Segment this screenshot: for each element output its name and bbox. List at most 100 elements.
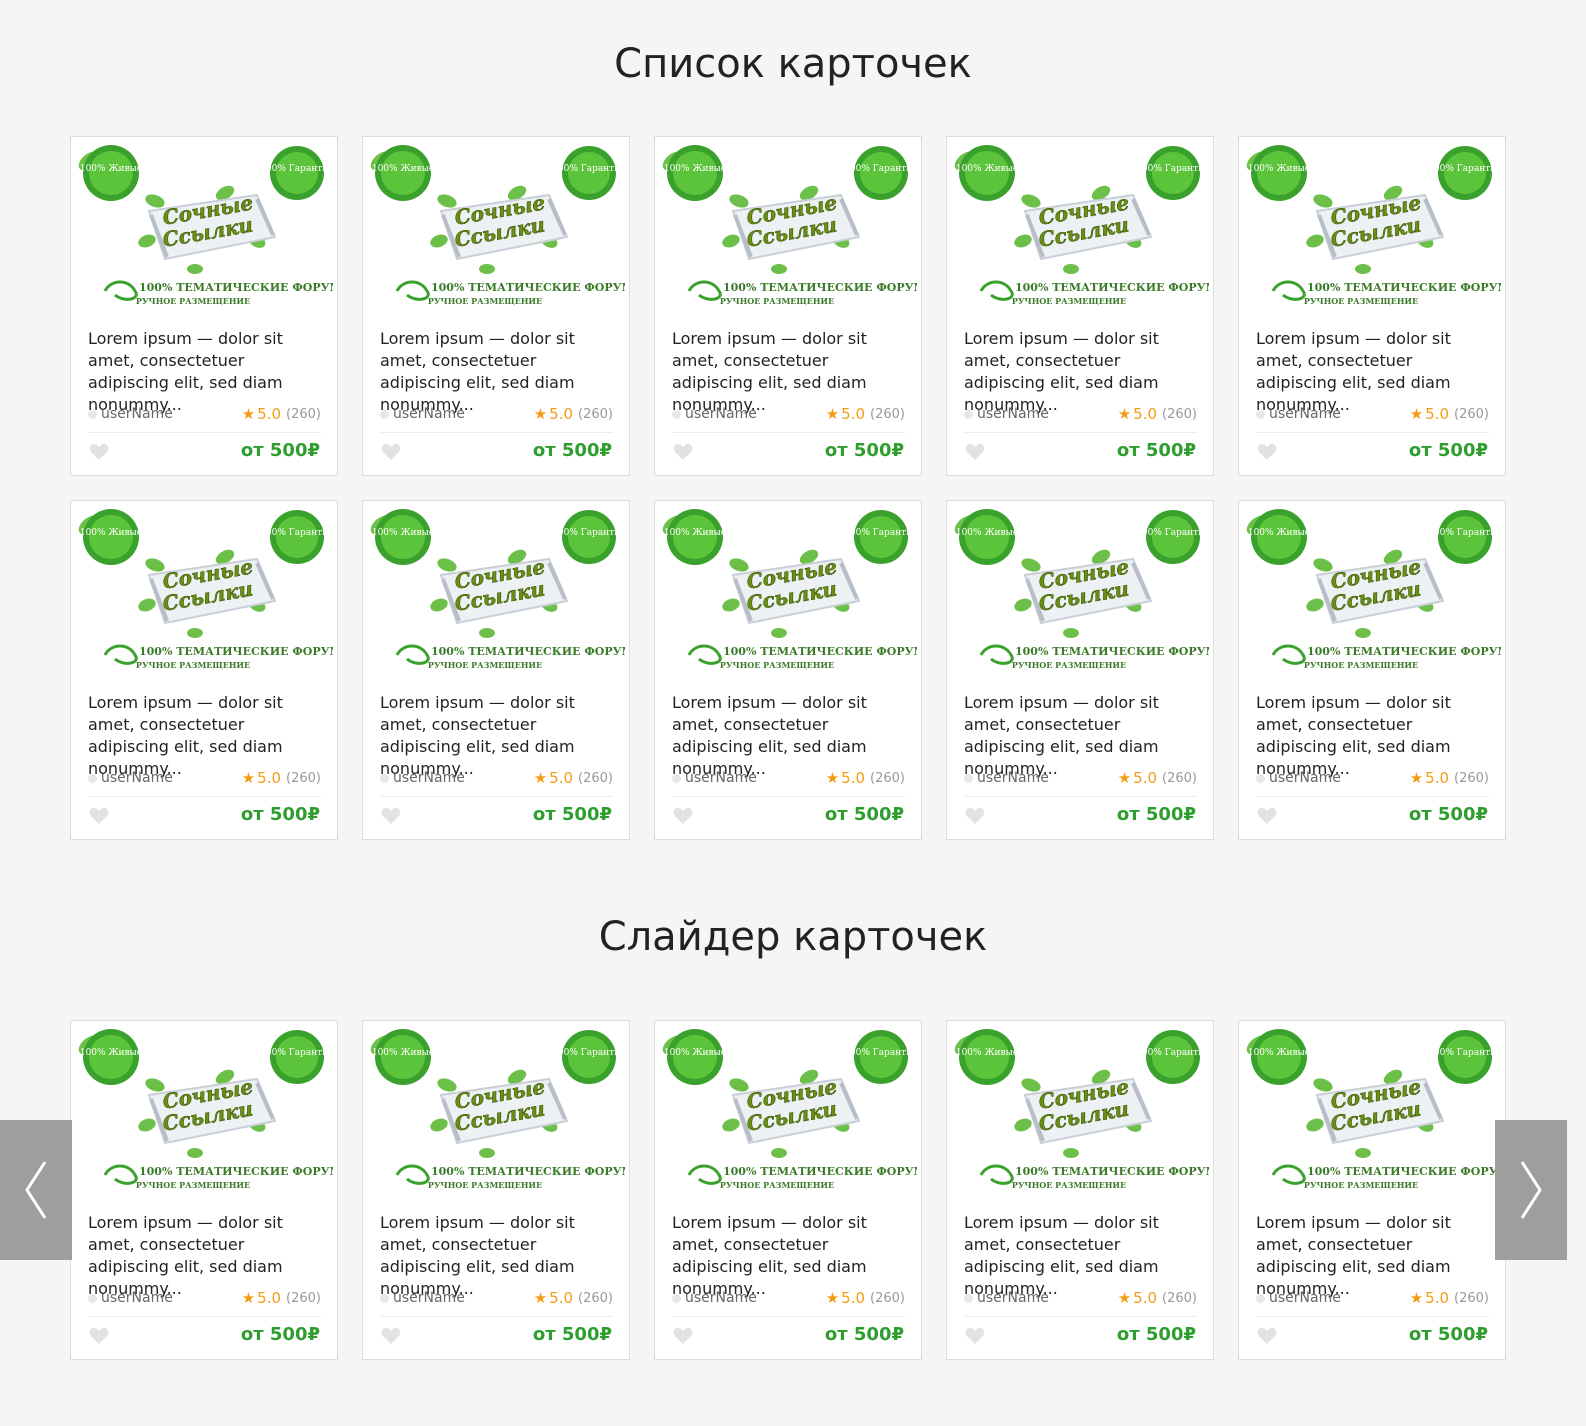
product-card[interactable]: 100% Живые 100% Гарантия Сочные Ссылки 1… [654, 1020, 922, 1360]
card-image[interactable]: 100% Живые 100% Гарантия Сочные Ссылки 1… [1243, 141, 1501, 317]
heart-icon[interactable] [89, 1327, 109, 1345]
product-card[interactable]: 100% Живые 100% Гарантия Сочные Ссылки 1… [1238, 500, 1506, 840]
product-card[interactable]: 100% Живые 100% Гарантия Сочные Ссылки 1… [70, 136, 338, 476]
card-image[interactable]: 100% Живые 100% Гарантия Сочные Ссылки 1… [1243, 1025, 1501, 1201]
avatar [1256, 409, 1265, 419]
product-card[interactable]: 100% Живые 100% Гарантия Сочные Ссылки 1… [654, 500, 922, 840]
heart-icon[interactable] [965, 807, 985, 825]
heart-icon[interactable] [381, 443, 401, 461]
heart-icon[interactable] [381, 1327, 401, 1345]
card-author[interactable]: userName [1256, 770, 1341, 786]
card-title[interactable]: Lorem ipsum — dolor sit amet, consectetu… [88, 1212, 324, 1300]
product-card[interactable]: 100% Живые 100% Гарантия Сочные Ссылки 1… [1238, 136, 1506, 476]
heart-icon[interactable] [673, 1327, 693, 1345]
card-author[interactable]: userName [964, 1290, 1049, 1306]
card-title[interactable]: Lorem ipsum — dolor sit amet, consectetu… [380, 328, 616, 416]
card-image[interactable]: 100% Живые 100% Гарантия Сочные Ссылки 1… [367, 141, 625, 317]
card-image[interactable]: 100% Живые 100% Гарантия Сочные Ссылки 1… [75, 505, 333, 681]
card-title[interactable]: Lorem ipsum — dolor sit amet, consectetu… [964, 1212, 1200, 1300]
heart-icon[interactable] [381, 807, 401, 825]
card-rating: ★ 5.0 (260) [242, 405, 321, 423]
svg-text:100% Гарантия: 100% Гарантия [552, 1048, 625, 1058]
heart-icon[interactable] [89, 443, 109, 461]
svg-text:100% Гарантия: 100% Гарантия [260, 528, 333, 538]
card-image[interactable]: 100% Живые 100% Гарантия Сочные Ссылки 1… [367, 505, 625, 681]
card-title[interactable]: Lorem ipsum — dolor sit amet, consectetu… [672, 692, 908, 780]
slider-prev-button[interactable] [0, 1120, 72, 1260]
heart-icon[interactable] [1257, 443, 1277, 461]
card-author[interactable]: userName [88, 406, 173, 422]
review-count: (260) [286, 770, 321, 786]
card-price: от 500₽ [532, 1324, 612, 1345]
card-author[interactable]: userName [964, 770, 1049, 786]
card-author[interactable]: userName [672, 1290, 757, 1306]
review-count: (260) [870, 770, 905, 786]
card-title[interactable]: Lorem ipsum — dolor sit amet, consectetu… [964, 692, 1200, 780]
card-list: 100% Живые 100% Гарантия Сочные Ссылки 1… [70, 136, 1506, 840]
card-title[interactable]: Lorem ipsum — dolor sit amet, consectetu… [380, 692, 616, 780]
card-title[interactable]: Lorem ipsum — dolor sit amet, consectetu… [964, 328, 1200, 416]
card-author[interactable]: userName [88, 770, 173, 786]
heart-icon[interactable] [89, 807, 109, 825]
svg-text:100% ТЕМАТИЧЕСКИЕ ФОРУМЫ: 100% ТЕМАТИЧЕСКИЕ ФОРУМЫ [139, 1165, 333, 1178]
product-card[interactable]: 100% Живые 100% Гарантия Сочные Ссылки 1… [654, 136, 922, 476]
card-image[interactable]: 100% Живые 100% Гарантия Сочные Ссылки 1… [951, 1025, 1209, 1201]
product-card[interactable]: 100% Живые 100% Гарантия Сочные Ссылки 1… [946, 500, 1214, 840]
svg-text:100% Живые: 100% Живые [372, 528, 434, 538]
heart-icon[interactable] [1257, 1327, 1277, 1345]
svg-text:100% Живые: 100% Живые [372, 164, 434, 174]
card-author[interactable]: userName [380, 770, 465, 786]
card-author[interactable]: userName [672, 770, 757, 786]
card-title[interactable]: Lorem ipsum — dolor sit amet, consectetu… [88, 328, 324, 416]
card-title[interactable]: Lorem ipsum — dolor sit amet, consectetu… [672, 328, 908, 416]
star-icon: ★ [1409, 405, 1424, 423]
card-image[interactable]: 100% Живые 100% Гарантия Сочные Ссылки 1… [659, 1025, 917, 1201]
card-title[interactable]: Lorem ipsum — dolor sit amet, consectetu… [88, 692, 324, 780]
card-title[interactable]: Lorem ipsum — dolor sit amet, consectetu… [672, 1212, 908, 1300]
svg-text:100% Живые: 100% Живые [664, 528, 726, 538]
svg-text:РУЧНОЕ РАЗМЕЩЕНИЕ: РУЧНОЕ РАЗМЕЩЕНИЕ [1304, 1180, 1418, 1190]
product-card[interactable]: 100% Живые 100% Гарантия Сочные Ссылки 1… [70, 1020, 338, 1360]
svg-text:100% Живые: 100% Живые [80, 528, 142, 538]
product-card[interactable]: 100% Живые 100% Гарантия Сочные Ссылки 1… [362, 1020, 630, 1360]
heart-icon[interactable] [965, 1327, 985, 1345]
avatar [380, 773, 389, 783]
heart-icon[interactable] [673, 807, 693, 825]
card-image[interactable]: 100% Живые 100% Гарантия Сочные Ссылки 1… [1243, 505, 1501, 681]
card-title[interactable]: Lorem ipsum — dolor sit amet, consectetu… [380, 1212, 616, 1300]
card-price: от 500₽ [240, 804, 320, 825]
card-image[interactable]: 100% Живые 100% Гарантия Сочные Ссылки 1… [659, 141, 917, 317]
card-author[interactable]: userName [1256, 406, 1341, 422]
card-image[interactable]: 100% Живые 100% Гарантия Сочные Ссылки 1… [951, 141, 1209, 317]
card-author[interactable]: userName [964, 406, 1049, 422]
card-author[interactable]: userName [380, 406, 465, 422]
card-author[interactable]: userName [1256, 1290, 1341, 1306]
product-card[interactable]: 100% Живые 100% Гарантия Сочные Ссылки 1… [946, 1020, 1214, 1360]
slider-next-button[interactable] [1495, 1120, 1567, 1260]
product-card[interactable]: 100% Живые 100% Гарантия Сочные Ссылки 1… [362, 500, 630, 840]
heart-icon[interactable] [1257, 807, 1277, 825]
card-divider [672, 432, 905, 433]
heart-icon[interactable] [965, 443, 985, 461]
product-card[interactable]: 100% Живые 100% Гарантия Сочные Ссылки 1… [1238, 1020, 1506, 1360]
heart-icon[interactable] [673, 443, 693, 461]
card-image[interactable]: 100% Живые 100% Гарантия Сочные Ссылки 1… [659, 505, 917, 681]
card-price: от 500₽ [1408, 804, 1488, 825]
card-author[interactable]: userName [88, 1290, 173, 1306]
product-card[interactable]: 100% Живые 100% Гарантия Сочные Ссылки 1… [70, 500, 338, 840]
card-image[interactable]: 100% Живые 100% Гарантия Сочные Ссылки 1… [367, 1025, 625, 1201]
card-image[interactable]: 100% Живые 100% Гарантия Сочные Ссылки 1… [75, 1025, 333, 1201]
list-section-title: Список карточек [614, 41, 972, 87]
card-title[interactable]: Lorem ipsum — dolor sit amet, consectetu… [1256, 1212, 1492, 1300]
rating-value: 5.0 [841, 405, 866, 423]
card-image[interactable]: 100% Живые 100% Гарантия Сочные Ссылки 1… [75, 141, 333, 317]
svg-text:100% Живые: 100% Живые [664, 164, 726, 174]
card-image[interactable]: 100% Живые 100% Гарантия Сочные Ссылки 1… [951, 505, 1209, 681]
card-author[interactable]: userName [380, 1290, 465, 1306]
svg-text:100% Гарантия: 100% Гарантия [1136, 1048, 1209, 1058]
card-title[interactable]: Lorem ipsum — dolor sit amet, consectetu… [1256, 692, 1492, 780]
product-card[interactable]: 100% Живые 100% Гарантия Сочные Ссылки 1… [946, 136, 1214, 476]
product-card[interactable]: 100% Живые 100% Гарантия Сочные Ссылки 1… [362, 136, 630, 476]
card-title[interactable]: Lorem ipsum — dolor sit amet, consectetu… [1256, 328, 1492, 416]
card-author[interactable]: userName [672, 406, 757, 422]
